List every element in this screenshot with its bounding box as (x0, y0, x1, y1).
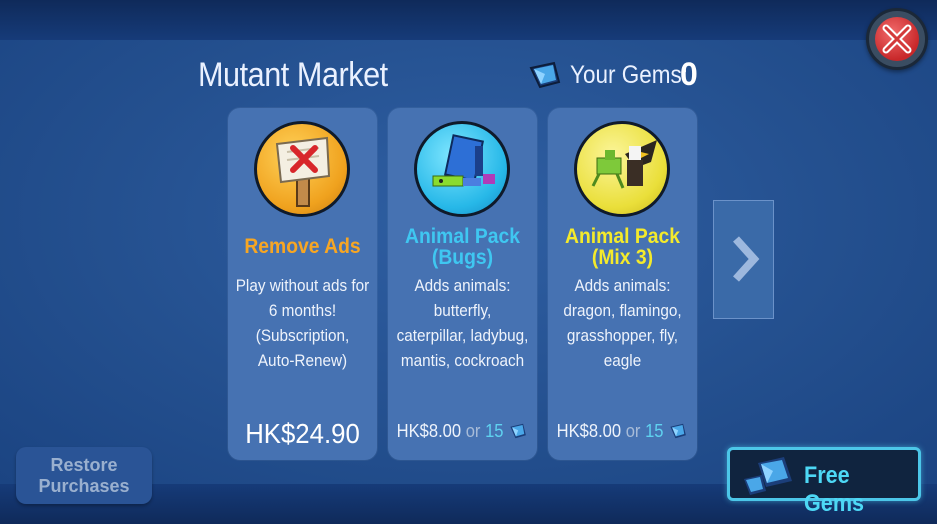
desc-line: mantis, cockroach (400, 351, 525, 370)
close-button[interactable] (866, 8, 928, 70)
gem-price: 15 (485, 421, 504, 441)
free-gems-button[interactable]: Free Gems (727, 447, 921, 517)
card-title-line: Animal Pack (565, 225, 680, 248)
card-description: Play without ads for 6 months! (Subscrip… (235, 273, 370, 373)
card-price-row: HK$8.00 or 15 (554, 421, 691, 442)
card-title: Animal Pack (Bugs) (394, 226, 531, 268)
card-price: HK$8.00 (556, 421, 622, 441)
product-card-animal-pack-mix-3[interactable]: Animal Pack (Mix 3) Adds animals: dragon… (548, 108, 697, 460)
next-page-button[interactable] (713, 200, 774, 319)
gems-value: 0 (680, 56, 698, 92)
chevron-right-icon (733, 236, 760, 282)
desc-line: eagle (603, 351, 642, 370)
desc-line: dragon, flamingo, (563, 301, 682, 320)
mix-pack-icon (574, 121, 670, 217)
gem-icon (744, 457, 792, 495)
card-title: Remove Ads (234, 236, 371, 257)
restore-label-line: Restore (50, 455, 118, 475)
card-title: Animal Pack (Mix 3) (554, 226, 691, 268)
gem-icon (510, 423, 526, 439)
desc-line: butterfly, (433, 301, 492, 320)
card-title-text: Remove Ads (244, 235, 361, 258)
desc-line: Auto-Renew) (257, 351, 348, 370)
desc-line: caterpillar, ladybug, (396, 326, 529, 345)
free-gems-label: Free Gems (804, 462, 865, 517)
product-card-remove-ads[interactable]: Remove Ads Play without ads for 6 months… (228, 108, 377, 460)
restore-purchases-button[interactable]: Restore Purchases (16, 447, 152, 504)
desc-line: grasshopper, fly, (566, 326, 679, 345)
card-title-line: (Bugs) (431, 246, 494, 269)
card-price: HK$8.00 (396, 421, 462, 441)
price-or: or (625, 421, 641, 441)
desc-line: 6 months! (268, 301, 337, 320)
bugs-pack-icon (414, 121, 510, 217)
desc-line: Play without ads for (235, 276, 370, 295)
product-card-animal-pack-bugs[interactable]: Animal Pack (Bugs) Adds animals: butterf… (388, 108, 537, 460)
card-description: Adds animals: butterfly, caterpillar, la… (395, 273, 529, 373)
desc-line: Adds animals: (574, 276, 671, 295)
card-description: Adds animals: dragon, flamingo, grasshop… (555, 273, 689, 373)
close-icon (882, 24, 912, 54)
top-band (0, 0, 937, 40)
gem-icon (670, 423, 686, 439)
price-or: or (465, 421, 481, 441)
card-price-row: HK$8.00 or 15 (394, 421, 531, 442)
gems-label: Your Gems: (570, 60, 688, 89)
card-title-line: (Mix 3) (591, 246, 654, 269)
gem-icon (529, 61, 561, 89)
desc-line: Adds animals: (414, 276, 511, 295)
remove-ads-icon (254, 121, 350, 217)
gem-price: 15 (645, 421, 664, 441)
card-title-line: Animal Pack (405, 225, 520, 248)
gem-balance: Your Gems: 0 (528, 56, 701, 92)
page-title: Mutant Market (198, 56, 388, 94)
desc-line: (Subscription, (255, 326, 350, 345)
card-price: HK$24.90 (245, 418, 360, 449)
restore-label-line: Purchases (38, 476, 130, 496)
